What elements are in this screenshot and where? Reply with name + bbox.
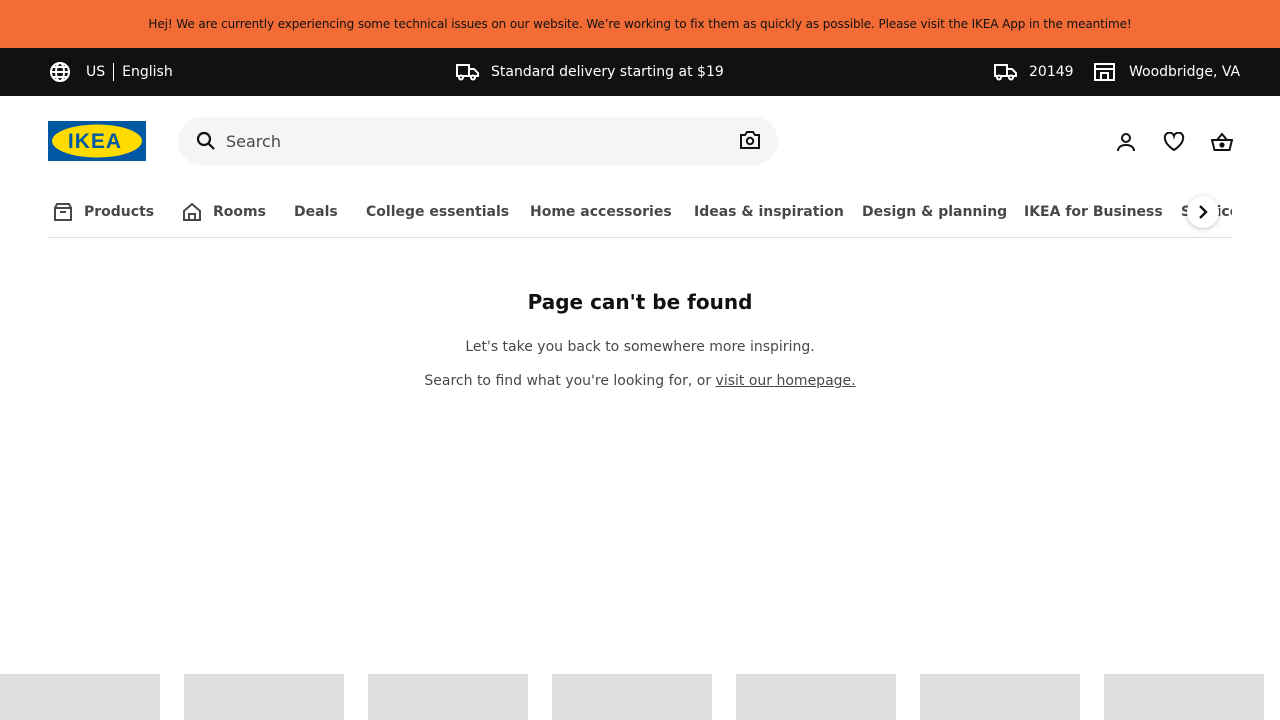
- recommendation-tiles: [0, 674, 1280, 720]
- homepage-link[interactable]: visit our homepage.: [716, 373, 856, 389]
- tile-placeholder: [368, 674, 528, 720]
- ikea-logo[interactable]: IKEA: [48, 121, 146, 161]
- truck-icon: [456, 63, 479, 81]
- nav-item-products[interactable]: Products: [54, 188, 154, 236]
- tile-placeholder: [1104, 674, 1264, 720]
- store-selector[interactable]: Woodbridge, VA: [1094, 48, 1240, 96]
- alert-banner: Hej! We are currently experiencing some …: [0, 0, 1280, 48]
- nav-item-college-essentials[interactable]: College essentials: [366, 188, 509, 236]
- search-bar[interactable]: [178, 117, 778, 165]
- delivery-info[interactable]: Standard delivery starting at $19: [456, 48, 724, 96]
- tile-placeholder: [184, 674, 344, 720]
- helper-text: Let's take you back to somewhere more in…: [465, 339, 815, 355]
- heart-icon[interactable]: [1162, 130, 1186, 154]
- nav-item-label: College essentials: [366, 204, 510, 220]
- zip-code: 20149: [1029, 64, 1074, 80]
- nav-item-label: Rooms: [213, 204, 266, 220]
- truck-icon: [994, 63, 1017, 81]
- nav-item-label: Design & planning: [862, 204, 1008, 220]
- search-hint-text: Search to find what you're looking for, …: [424, 373, 716, 389]
- nav-item-deals[interactable]: Deals: [294, 188, 338, 236]
- country-label: US: [86, 64, 106, 80]
- nav-item-home-accessories[interactable]: Home accessories: [530, 188, 672, 236]
- nav-item-label: IKEA for Business: [1024, 204, 1163, 220]
- site-header: IKEA: [0, 96, 1280, 188]
- account-icon[interactable]: [1114, 130, 1138, 154]
- search-hint: Search to find what you're looking for, …: [0, 371, 1280, 391]
- chevron-right-icon: [1199, 205, 1208, 219]
- top-bar: US English Standard delivery starting at…: [0, 48, 1280, 96]
- nav-scroll-right-button[interactable]: [1187, 196, 1219, 228]
- page-title: Page can't be found: [527, 290, 753, 314]
- camera-icon[interactable]: [740, 131, 760, 153]
- zip-selector[interactable]: 20149: [994, 48, 1074, 96]
- nav-item-label: Home accessories: [530, 204, 672, 220]
- nav-item-label: Ideas & inspiration: [694, 204, 844, 220]
- delivery-text: Standard delivery starting at $19: [491, 64, 724, 80]
- nav-fade: [1236, 188, 1280, 236]
- store-icon: [1094, 63, 1115, 81]
- search-input[interactable]: [226, 117, 726, 165]
- tile-placeholder: [552, 674, 712, 720]
- alert-text: Hej! We are currently experiencing some …: [148, 17, 1132, 31]
- globe-icon: [48, 60, 72, 84]
- shopping-bag-icon[interactable]: [1210, 130, 1234, 154]
- language-label: English: [122, 64, 173, 80]
- nav-item-label: Deals: [294, 204, 338, 220]
- house-icon: [183, 203, 201, 221]
- store-name: Woodbridge, VA: [1129, 64, 1241, 80]
- nav-item-ikea-for-business[interactable]: IKEA for Business: [1024, 188, 1163, 236]
- nav-item-rooms[interactable]: Rooms: [183, 188, 266, 236]
- nav-item-ideas-inspiration[interactable]: Ideas & inspiration: [694, 188, 844, 236]
- tile-placeholder: [736, 674, 896, 720]
- box-icon: [54, 203, 72, 221]
- tile-placeholder: [920, 674, 1080, 720]
- tile-placeholder: [0, 674, 160, 720]
- nav-item-design-planning[interactable]: Design & planning: [862, 188, 1007, 236]
- main-navigation: Products Rooms Deals College essentials …: [48, 188, 1232, 238]
- nav-item-label: Products: [84, 204, 155, 220]
- not-found-section: Page can't be found Let's take you back …: [0, 280, 1280, 391]
- country-language-selector[interactable]: US English: [48, 48, 173, 96]
- search-icon[interactable]: [196, 131, 216, 155]
- svg-text:IKEA: IKEA: [68, 130, 122, 153]
- divider: [113, 63, 115, 81]
